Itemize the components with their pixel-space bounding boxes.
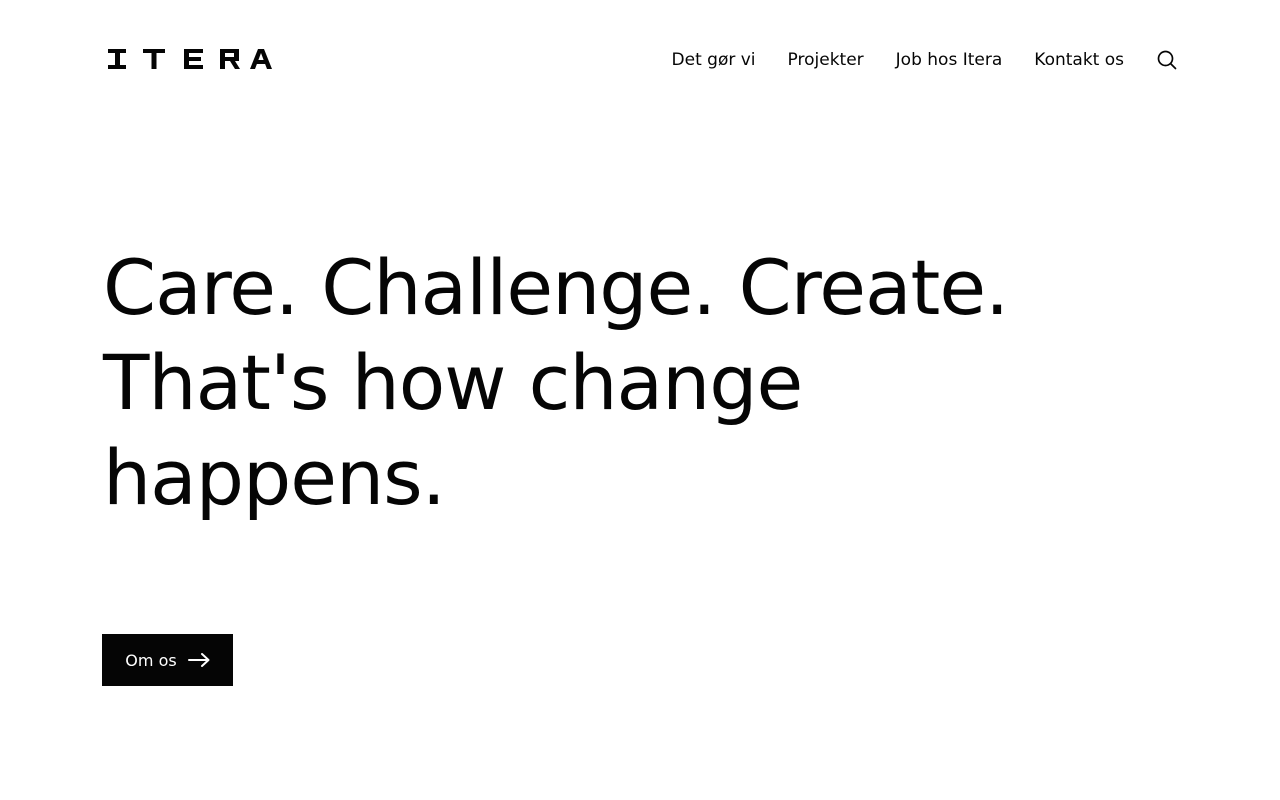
om-os-button-label: Om os [125, 650, 177, 670]
arrow-right-icon [187, 653, 210, 667]
nav-item-kontakt-os[interactable]: Kontakt os [1034, 47, 1124, 73]
page: Det gør vi Projekter Job hos Itera Konta… [0, 0, 1280, 800]
nav-item-det-gor-vi[interactable]: Det gør vi [672, 47, 756, 73]
hero-line-1: Care. Challenge. Create. [103, 243, 1009, 332]
nav-item-job-hos-itera[interactable]: Job hos Itera [896, 47, 1003, 73]
hero-headline: Care. Challenge. Create. That's how chan… [103, 240, 1213, 525]
itera-logo-mark [108, 49, 272, 69]
main-nav: Det gør vi Projekter Job hos Itera Konta… [672, 47, 1178, 73]
nav-item-projekter[interactable]: Projekter [788, 47, 864, 73]
itera-logo[interactable] [106, 41, 272, 77]
search-icon[interactable] [1156, 49, 1178, 71]
hero-line-2: That's how change [103, 338, 803, 427]
hero-line-3: happens. [103, 433, 446, 522]
site-header: Det gør vi Projekter Job hos Itera Konta… [0, 0, 1280, 120]
om-os-button[interactable]: Om os [102, 634, 233, 686]
